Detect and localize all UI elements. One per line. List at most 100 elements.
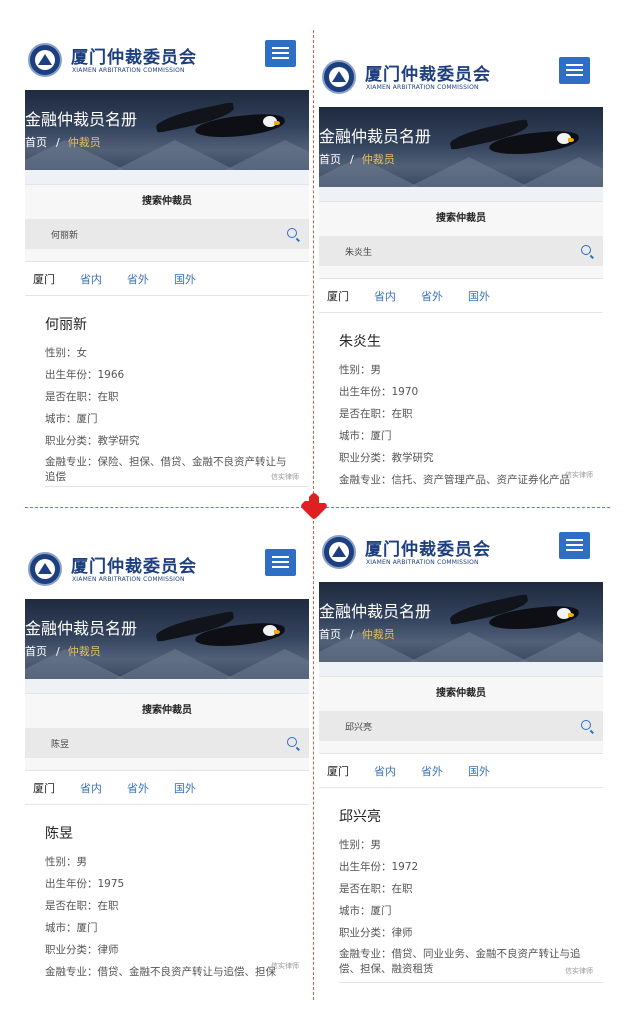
label-city: 城市： [339,905,371,917]
tab-overseas[interactable]: 国外 [174,271,196,287]
label-specialty: 金融专业： [339,474,392,486]
commission-logo-icon [28,552,62,586]
field-birth: 出生年份：1970 [339,381,603,403]
field-category: 职业分类：教学研究 [339,447,603,469]
arbitrator-name: 何丽新 [45,317,87,333]
tab-xiamen[interactable]: 厦门 [327,763,349,779]
value-birth: 1966 [97,369,125,381]
region-tabs: 厦门 省内 省外 国外 [25,262,309,296]
menu-hamburger-icon[interactable] [559,532,590,559]
banner: 金融仲裁员名册 首页 / 仲裁员 [25,90,309,170]
breadcrumb-current[interactable]: 仲裁员 [68,136,101,149]
search-input[interactable] [25,219,309,249]
menu-hamburger-icon[interactable] [265,40,296,67]
tab-in-province[interactable]: 省内 [80,271,102,287]
tab-xiamen[interactable]: 厦门 [327,288,349,304]
arbitrator-name: 陈昱 [45,826,73,842]
breadcrumb-home-link[interactable]: 首页 [25,645,47,658]
breadcrumb-home-link[interactable]: 首页 [25,136,47,149]
tab-out-province[interactable]: 省外 [421,288,443,304]
value-city: 厦门 [370,905,392,917]
breadcrumb-current[interactable]: 仲裁员 [362,153,395,166]
value-specialty: 信托、资产管理产品、资产证券化产品 [391,474,571,486]
watermark: 信实律师 [271,962,299,970]
panel-qiu-xingliang: 厦门仲裁委员会 XIAMEN ARBITRATION COMMISSION 金融… [319,528,603,993]
breadcrumb: 首页 / 仲裁员 [319,626,395,642]
field-gender: 性别：男 [339,359,603,381]
breadcrumb-current[interactable]: 仲裁员 [68,645,101,658]
tab-xiamen[interactable]: 厦门 [33,780,55,796]
banner: 金融仲裁员名册 首页 / 仲裁员 [319,107,603,187]
field-birth: 出生年份：1975 [45,873,309,895]
commission-logo-icon [28,43,62,77]
tab-overseas[interactable]: 国外 [468,763,490,779]
tab-overseas[interactable]: 国外 [468,288,490,304]
breadcrumb-home-link[interactable]: 首页 [319,153,341,166]
tab-out-province[interactable]: 省外 [127,780,149,796]
label-category: 职业分类： [339,927,392,939]
label-category: 职业分类： [45,944,98,956]
tab-in-province[interactable]: 省内 [80,780,102,796]
tab-in-province[interactable]: 省内 [374,763,396,779]
label-gender: 性别： [45,347,77,359]
search-input[interactable] [319,711,603,741]
field-inservice: 是否在职：在职 [339,878,603,900]
search-icon[interactable] [581,720,591,730]
breadcrumb-current[interactable]: 仲裁员 [362,628,395,641]
label-gender: 性别： [339,364,371,376]
value-gender: 男 [370,839,382,851]
tab-overseas[interactable]: 国外 [174,780,196,796]
field-category: 职业分类：教学研究 [45,430,309,452]
value-inservice: 在职 [97,391,119,403]
label-gender: 性别： [45,856,77,868]
arbitrator-name: 朱炎生 [339,334,381,350]
field-specialty: 金融专业：信托、资产管理产品、资产证券化产品 [339,469,603,491]
value-city: 厦门 [370,430,392,442]
arbitrator-card[interactable]: 邱兴亮 性别：男 出生年份：1972 是否在职：在职 城市：厦门 职业分类：律师… [319,788,603,993]
org-name-en: XIAMEN ARBITRATION COMMISSION [72,576,185,583]
arbitrator-card[interactable]: 朱炎生 性别：男 出生年份：1970 是否在职：在职 城市：厦门 职业分类：教学… [319,313,603,503]
label-inservice: 是否在职： [45,391,98,403]
org-name-cn: 厦门仲裁委员会 [365,540,491,560]
topbar: 厦门仲裁委员会 XIAMEN ARBITRATION COMMISSION [25,545,309,599]
breadcrumb-separator: / [350,153,354,166]
field-city: 城市：厦门 [339,425,603,447]
search-icon[interactable] [287,737,297,747]
breadcrumb-home-link[interactable]: 首页 [319,628,341,641]
search-box: 搜索仲裁员 [319,676,603,754]
field-city: 城市：厦门 [45,917,309,939]
search-icon[interactable] [287,228,297,238]
menu-hamburger-icon[interactable] [265,549,296,576]
arbitrator-card[interactable]: 何丽新 性别：女 出生年份：1966 是否在职：在职 城市：厦门 职业分类：教学… [25,296,309,501]
tab-xiamen[interactable]: 厦门 [33,271,55,287]
arbitrator-card[interactable]: 陈昱 性别：男 出生年份：1975 是否在职：在职 城市：厦门 职业分类：律师 … [25,805,309,995]
search-box: 搜索仲裁员 [25,693,309,771]
banner: 金融仲裁员名册 首页 / 仲裁员 [25,599,309,679]
value-category: 教学研究 [97,435,140,447]
search-icon[interactable] [581,245,591,255]
tab-out-province[interactable]: 省外 [421,763,443,779]
panel-zhu-yansheng: 厦门仲裁委员会 XIAMEN ARBITRATION COMMISSION 金融… [319,53,603,503]
value-city: 厦门 [76,413,98,425]
value-inservice: 在职 [391,408,413,420]
org-name-cn: 厦门仲裁委员会 [71,48,197,68]
search-title: 搜索仲裁员 [319,677,603,711]
topbar: 厦门仲裁委员会 XIAMEN ARBITRATION COMMISSION [319,53,603,107]
menu-hamburger-icon[interactable] [559,57,590,84]
tab-in-province[interactable]: 省内 [374,288,396,304]
field-specialty: 金融专业：保险、担保、借贷、金融不良资产转让与追偿 [45,452,309,485]
label-category: 职业分类： [339,452,392,464]
search-input[interactable] [25,728,309,758]
value-inservice: 在职 [391,883,413,895]
search-input[interactable] [319,236,603,266]
label-inservice: 是否在职： [339,883,392,895]
org-name-en: XIAMEN ARBITRATION COMMISSION [366,559,479,566]
label-specialty: 金融专业： [45,966,98,978]
page-title: 金融仲裁员名册 [319,602,432,621]
tab-out-province[interactable]: 省外 [127,271,149,287]
commission-logo-icon [322,535,356,569]
label-specialty: 金融专业： [45,456,98,468]
label-category: 职业分类： [45,435,98,447]
field-gender: 性别：男 [45,851,309,873]
page-title: 金融仲裁员名册 [25,110,138,129]
